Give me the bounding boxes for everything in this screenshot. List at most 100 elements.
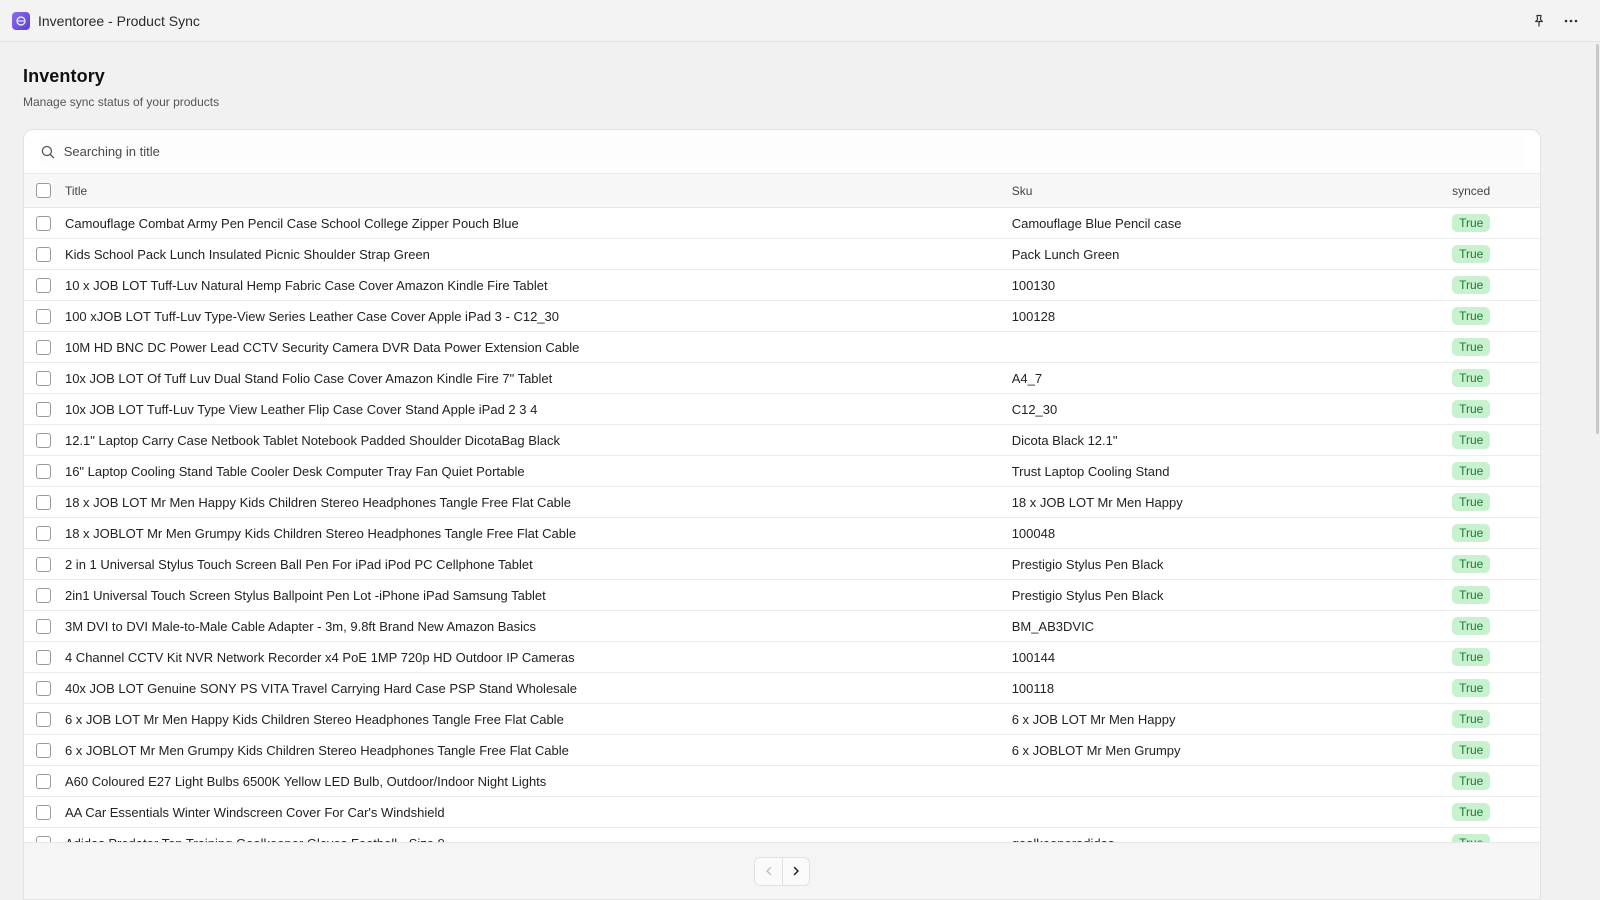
- prev-page-button[interactable]: [755, 858, 782, 885]
- row-checkbox[interactable]: [36, 432, 51, 448]
- cell-sku: Trust Laptop Cooling Stand: [1011, 463, 1170, 479]
- column-header-sku[interactable]: Sku: [1012, 184, 1452, 198]
- synced-status-badge: True: [1452, 803, 1491, 821]
- title-bar: Inventoree - Product Sync: [0, 0, 1600, 42]
- cell-sku: Pack Lunch Green: [1011, 246, 1120, 262]
- synced-status-badge: True: [1452, 214, 1491, 232]
- cell-title: 40x JOB LOT Genuine SONY PS VITA Travel …: [64, 680, 578, 696]
- pin-icon[interactable]: [1530, 12, 1548, 30]
- cell-sku: Camouflage Blue Pencil case: [1011, 215, 1182, 231]
- table-row[interactable]: 10x JOB LOT Tuff-Luv Type View Leather F…: [24, 394, 1540, 425]
- cell-title: 18 x JOBLOT Mr Men Grumpy Kids Children …: [64, 525, 577, 541]
- search-box[interactable]: [40, 136, 1524, 167]
- row-checkbox[interactable]: [36, 711, 51, 727]
- row-checkbox[interactable]: [36, 680, 51, 696]
- row-checkbox[interactable]: [36, 587, 51, 603]
- cell-title: A60 Coloured E27 Light Bulbs 6500K Yello…: [64, 773, 547, 789]
- table-row[interactable]: 6 x JOB LOT Mr Men Happy Kids Children S…: [24, 704, 1540, 735]
- table-row[interactable]: 16" Laptop Cooling Stand Table Cooler De…: [24, 456, 1540, 487]
- table-row[interactable]: A60 Coloured E27 Light Bulbs 6500K Yello…: [24, 766, 1540, 797]
- cell-title: 6 x JOB LOT Mr Men Happy Kids Children S…: [64, 711, 564, 727]
- synced-status-badge: True: [1452, 741, 1491, 759]
- cell-sku: Dicota Black 12.1": [1011, 432, 1118, 448]
- synced-status-badge: True: [1452, 400, 1491, 418]
- cell-title: Camouflage Combat Army Pen Pencil Case S…: [64, 215, 519, 231]
- synced-status-badge: True: [1452, 276, 1491, 294]
- row-checkbox[interactable]: [36, 556, 51, 572]
- chevron-right-icon: [793, 866, 799, 876]
- cell-title: 2 in 1 Universal Stylus Touch Screen Bal…: [64, 556, 533, 572]
- cell-sku: 18 x JOB LOT Mr Men Happy: [1011, 494, 1183, 510]
- table-row[interactable]: 18 x JOB LOT Mr Men Happy Kids Children …: [24, 487, 1540, 518]
- page-header: Inventory Manage sync status of your pro…: [23, 66, 219, 109]
- synced-status-badge: True: [1452, 431, 1491, 449]
- row-checkbox[interactable]: [36, 494, 51, 510]
- table-row[interactable]: 12.1" Laptop Carry Case Netbook Tablet N…: [24, 425, 1540, 456]
- row-checkbox[interactable]: [36, 339, 51, 355]
- cell-sku: 100144: [1011, 649, 1056, 665]
- cell-title: 10 x JOB LOT Tuff-Luv Natural Hemp Fabri…: [64, 277, 548, 293]
- column-header-title[interactable]: Title: [65, 184, 1012, 198]
- row-checkbox[interactable]: [36, 370, 51, 386]
- search-icon: [41, 145, 55, 158]
- table-row[interactable]: 2 in 1 Universal Stylus Touch Screen Bal…: [24, 549, 1540, 580]
- table-row[interactable]: 10x JOB LOT Of Tuff Luv Dual Stand Folio…: [24, 363, 1540, 394]
- chevron-left-icon: [765, 866, 771, 876]
- cell-sku: 6 x JOBLOT Mr Men Grumpy: [1011, 742, 1181, 758]
- table-row[interactable]: 6 x JOBLOT Mr Men Grumpy Kids Children S…: [24, 735, 1540, 766]
- cell-title: 10x JOB LOT Of Tuff Luv Dual Stand Folio…: [64, 370, 553, 386]
- window-title: Inventoree - Product Sync: [38, 12, 200, 29]
- row-checkbox[interactable]: [36, 246, 51, 262]
- search-input[interactable]: [63, 144, 1524, 159]
- synced-status-badge: True: [1452, 555, 1491, 573]
- synced-status-badge: True: [1452, 245, 1491, 263]
- synced-status-badge: True: [1452, 679, 1491, 697]
- row-checkbox[interactable]: [36, 649, 51, 665]
- cell-title: 18 x JOB LOT Mr Men Happy Kids Children …: [64, 494, 572, 510]
- window-scrollbar-thumb[interactable]: [1596, 44, 1599, 434]
- next-page-button[interactable]: [782, 857, 809, 885]
- table-row[interactable]: 100 xJOB LOT Tuff-Luv Type-View Series L…: [24, 301, 1540, 332]
- page-title: Inventory: [23, 66, 105, 86]
- pagination-controls: [754, 856, 810, 886]
- table-row[interactable]: 4 Channel CCTV Kit NVR Network Recorder …: [24, 642, 1540, 673]
- row-checkbox[interactable]: [36, 277, 51, 293]
- cell-title: 4 Channel CCTV Kit NVR Network Recorder …: [64, 649, 575, 665]
- pagination-bar: [24, 842, 1540, 899]
- cell-title: 3M DVI to DVI Male-to-Male Cable Adapter…: [64, 618, 537, 634]
- table-row[interactable]: Camouflage Combat Army Pen Pencil Case S…: [24, 208, 1540, 239]
- cell-title: 2in1 Universal Touch Screen Stylus Ballp…: [64, 587, 546, 603]
- table-row[interactable]: 10M HD BNC DC Power Lead CCTV Security C…: [24, 332, 1540, 363]
- cell-sku: C12_30: [1011, 401, 1058, 417]
- page-subtitle: Manage sync status of your products: [23, 95, 220, 109]
- select-all-checkbox[interactable]: [36, 183, 51, 198]
- row-checkbox[interactable]: [36, 618, 51, 634]
- more-horizontal-icon[interactable]: [1562, 12, 1580, 30]
- row-checkbox[interactable]: [36, 742, 51, 758]
- row-checkbox[interactable]: [36, 773, 51, 789]
- table-body: Camouflage Combat Army Pen Pencil Case S…: [24, 208, 1540, 844]
- table-row[interactable]: 3M DVI to DVI Male-to-Male Cable Adapter…: [24, 611, 1540, 642]
- cell-title: 6 x JOBLOT Mr Men Grumpy Kids Children S…: [64, 742, 569, 758]
- cell-sku: Prestigio Stylus Pen Black: [1011, 556, 1164, 572]
- row-checkbox[interactable]: [36, 804, 51, 820]
- cell-sku: 100118: [1011, 680, 1055, 696]
- column-header-synced[interactable]: synced: [1452, 184, 1540, 198]
- table-row[interactable]: 18 x JOBLOT Mr Men Grumpy Kids Children …: [24, 518, 1540, 549]
- table-row[interactable]: Kids School Pack Lunch Insulated Picnic …: [24, 239, 1540, 270]
- row-checkbox[interactable]: [36, 525, 51, 541]
- row-checkbox[interactable]: [36, 215, 51, 231]
- synced-status-badge: True: [1452, 338, 1491, 356]
- synced-status-badge: True: [1452, 586, 1491, 604]
- table-row[interactable]: 2in1 Universal Touch Screen Stylus Ballp…: [24, 580, 1540, 611]
- table-row[interactable]: 10 x JOB LOT Tuff-Luv Natural Hemp Fabri…: [24, 270, 1540, 301]
- synced-status-badge: True: [1452, 307, 1491, 325]
- row-checkbox[interactable]: [36, 308, 51, 324]
- row-checkbox[interactable]: [36, 401, 51, 417]
- row-checkbox[interactable]: [36, 463, 51, 479]
- table-row[interactable]: 40x JOB LOT Genuine SONY PS VITA Travel …: [24, 673, 1540, 704]
- cell-title: 16" Laptop Cooling Stand Table Cooler De…: [64, 463, 525, 479]
- synced-status-badge: True: [1452, 369, 1491, 387]
- synced-status-badge: True: [1452, 493, 1491, 511]
- table-row[interactable]: AA Car Essentials Winter Windscreen Cove…: [24, 797, 1540, 828]
